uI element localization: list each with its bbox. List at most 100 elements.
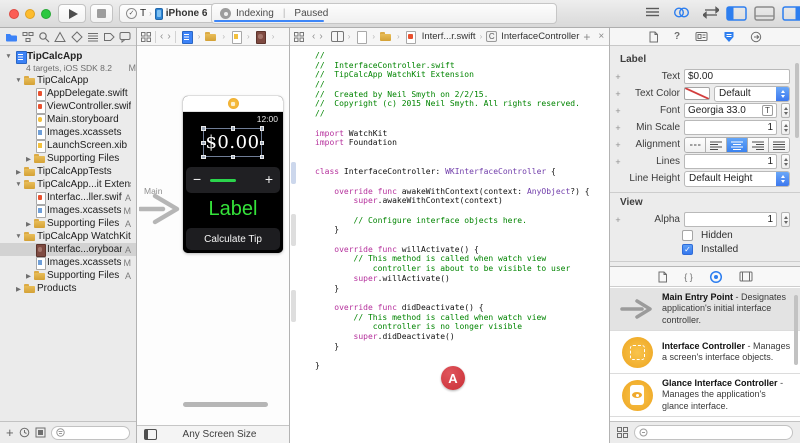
library-item-interface-controller[interactable]: Interface Controller - Manages a screen'… xyxy=(610,331,800,374)
add-variation-icon[interactable]: + xyxy=(614,123,622,133)
scheme-selector[interactable]: ✓ T › iPhone 6 xyxy=(119,4,223,23)
tree-item[interactable]: AppDelegate.swift xyxy=(0,87,136,100)
close-assistant-editor-button[interactable]: × xyxy=(598,31,604,42)
tree-item[interactable]: ▶TipCalcAppTests xyxy=(0,165,136,178)
tree-item[interactable]: ▶Supporting FilesA xyxy=(0,269,136,282)
add-variation-icon[interactable]: + xyxy=(614,106,622,116)
add-variation-icon[interactable]: + xyxy=(614,72,622,82)
add-button[interactable]: + xyxy=(6,426,14,439)
code-snippet-library-tab[interactable]: { } xyxy=(684,272,693,282)
breadcrumb-project-icon[interactable] xyxy=(180,31,194,43)
report-navigator-tab[interactable] xyxy=(119,31,131,43)
align-natural-segment[interactable] xyxy=(685,138,706,152)
breakpoint-navigator-tab[interactable] xyxy=(103,31,115,43)
project-navigator-tab[interactable] xyxy=(5,31,18,43)
grid-view-icon[interactable] xyxy=(617,427,628,438)
screen-size-toggle-icon[interactable] xyxy=(144,429,157,440)
align-justified-segment[interactable] xyxy=(769,138,789,152)
scene-header[interactable] xyxy=(183,96,283,112)
standard-editor-button[interactable] xyxy=(645,6,660,19)
watch-screen[interactable]: 12:00 $0.00 − xyxy=(183,112,283,253)
navigator-filter-field[interactable] xyxy=(51,426,130,440)
resize-handle[interactable] xyxy=(201,141,206,146)
resize-handle[interactable] xyxy=(201,126,206,131)
add-assistant-editor-button[interactable]: + xyxy=(583,30,590,44)
library-scrollbar[interactable] xyxy=(794,295,798,365)
tree-item[interactable]: Images.xcassets xyxy=(0,126,136,139)
object-library-tab[interactable] xyxy=(709,270,723,284)
run-button[interactable] xyxy=(58,4,86,23)
disclosure-down-icon[interactable]: ▼ xyxy=(14,77,23,84)
issue-navigator-tab[interactable] xyxy=(54,31,66,43)
related-items-icon[interactable] xyxy=(141,32,151,42)
color-well[interactable] xyxy=(684,87,710,100)
media-library-tab[interactable] xyxy=(739,271,753,282)
symbol-navigator-tab[interactable] xyxy=(22,31,34,43)
inspector-scrollbar[interactable] xyxy=(795,63,799,138)
debug-navigator-tab[interactable] xyxy=(87,31,99,43)
installed-checkbox[interactable] xyxy=(682,244,693,255)
align-right-segment[interactable] xyxy=(748,138,769,152)
calculate-tip-button[interactable]: Calculate Tip xyxy=(186,228,280,250)
disclosure-down-icon[interactable]: ▼ xyxy=(14,181,23,188)
library-item-main-entry-point[interactable]: Main Entry Point - Designates applicatio… xyxy=(610,288,800,331)
test-navigator-tab[interactable] xyxy=(71,31,83,43)
breadcrumb-group-icon[interactable] xyxy=(204,31,218,43)
forward-button[interactable]: › xyxy=(319,32,322,42)
interface-controller-scene[interactable]: 12:00 $0.00 − xyxy=(183,96,283,253)
tree-item[interactable]: ▶Products xyxy=(0,282,136,295)
disclosure-right-icon[interactable]: ▶ xyxy=(24,220,33,228)
add-variation-icon[interactable]: + xyxy=(614,157,622,167)
minimize-window-button[interactable] xyxy=(25,9,35,19)
library-search-field[interactable] xyxy=(634,425,793,440)
source-control-status-icon[interactable] xyxy=(35,427,46,438)
text-field[interactable] xyxy=(684,69,790,84)
text-color-popup[interactable]: Default xyxy=(714,86,790,102)
disclosure-right-icon[interactable]: ▶ xyxy=(24,155,33,163)
related-items-icon[interactable] xyxy=(294,32,304,42)
line-height-popup[interactable]: Default Height xyxy=(684,171,790,187)
text-input[interactable] xyxy=(688,71,786,82)
watch-slider[interactable]: − + xyxy=(186,167,280,193)
font-stepper[interactable] xyxy=(781,103,790,118)
tree-item[interactable]: ▶Supporting FilesA xyxy=(0,217,136,230)
quick-help-inspector-tab[interactable]: ? xyxy=(674,31,680,42)
screen-size-label[interactable]: Any Screen Size xyxy=(157,429,282,440)
horizontal-scrollbar[interactable] xyxy=(183,402,268,407)
toggle-debug-area-button[interactable] xyxy=(754,6,775,21)
resize-handle[interactable] xyxy=(231,155,236,160)
jump-bar-symbol-name[interactable]: InterfaceController xyxy=(501,31,579,42)
align-center-segment[interactable] xyxy=(727,138,748,152)
identity-inspector-tab[interactable] xyxy=(695,31,708,42)
tree-item[interactable]: Interfac...ller.swiftA xyxy=(0,191,136,204)
tree-item[interactable]: Main.storyboard xyxy=(0,113,136,126)
resize-handle[interactable] xyxy=(260,126,265,131)
tree-item-project[interactable]: ▼ TipCalcApp 4 targets, iOS SDK 8.2 M xyxy=(0,50,136,74)
zoom-window-button[interactable] xyxy=(41,9,51,19)
add-variation-icon[interactable]: + xyxy=(614,215,622,225)
disclosure-down-icon[interactable]: ▼ xyxy=(14,233,23,240)
jump-bar-file-name[interactable]: Interf...r.swift xyxy=(422,31,476,42)
storyboard-canvas[interactable]: Main 12:00 $0.00 xyxy=(137,46,289,425)
align-left-segment[interactable] xyxy=(706,138,727,152)
forward-button[interactable]: › xyxy=(167,32,170,42)
file-inspector-tab[interactable] xyxy=(648,31,659,43)
breadcrumb-group-icon[interactable] xyxy=(379,31,393,43)
alpha-field[interactable]: 1 xyxy=(684,212,777,227)
version-editor-button[interactable] xyxy=(703,6,719,19)
breadcrumb-file-icon[interactable] xyxy=(354,31,368,43)
tree-item[interactable]: Images.xcassetsM xyxy=(0,256,136,269)
tree-item[interactable]: ViewController.swift xyxy=(0,100,136,113)
resize-handle[interactable] xyxy=(260,155,265,160)
main-entry-point-arrow[interactable]: Main xyxy=(139,186,185,224)
selected-amount-label[interactable]: $0.00 xyxy=(203,128,262,157)
breadcrumb-scene-icon[interactable] xyxy=(254,31,268,43)
resize-handle[interactable] xyxy=(231,126,236,131)
back-button[interactable]: ‹ xyxy=(312,32,315,42)
search-navigator-tab[interactable] xyxy=(38,31,50,43)
tree-item[interactable]: ▼TipCalcApp WatchKit App xyxy=(0,230,136,243)
toggle-navigator-button[interactable] xyxy=(726,6,747,21)
stop-button[interactable] xyxy=(90,4,113,23)
connections-inspector-tab[interactable] xyxy=(750,31,762,43)
library-item-glance-interface-controller[interactable]: Glance Interface Controller - Manages th… xyxy=(610,374,800,417)
